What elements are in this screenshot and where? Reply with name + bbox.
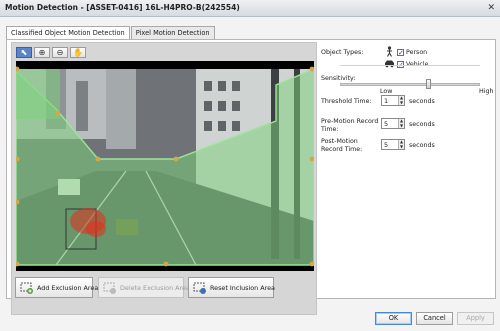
delete-area-icon [103, 282, 116, 294]
zoom-in-icon[interactable]: ⊕ [34, 47, 50, 58]
sensitivity-slider[interactable] [340, 79, 480, 89]
dialog-body: Classified Object Motion Detection Pixel… [0, 17, 500, 331]
object-types-label: Object Types: [321, 49, 364, 56]
video-panel: ⬉ ⊕ ⊖ ✋ Add Exclusion Area Delete Exclus… [11, 42, 317, 315]
sensitivity-slider-thumb[interactable] [426, 79, 431, 89]
add-exclusion-button[interactable]: Add Exclusion Area [15, 277, 98, 298]
person-label: Person [406, 49, 428, 56]
pre-motion-unit: seconds [409, 121, 435, 128]
delete-exclusion-label: Delete Exclusion Area [120, 284, 190, 292]
reset-inclusion-label: Reset Inclusion Area [210, 284, 275, 292]
sensitivity-high-label: High [479, 88, 494, 95]
sensitivity-low-label: Low [380, 88, 393, 95]
add-exclusion-label: Add Exclusion Area [37, 284, 99, 292]
vehicle-icon [385, 60, 394, 68]
pre-motion-label-line1: Pre-Motion Record [321, 118, 379, 125]
sensitivity-label: Sensitivity: [321, 75, 356, 82]
reset-inclusion-button[interactable]: Reset Inclusion Area [188, 277, 275, 298]
camera-frame [16, 61, 314, 271]
apply-button[interactable]: Apply [457, 312, 494, 325]
pre-motion-label-line2: Time: [321, 126, 339, 133]
pointer-icon[interactable]: ⬉ [16, 47, 32, 58]
reset-area-icon [193, 282, 206, 294]
person-icon [387, 46, 392, 57]
window-titlebar: Motion Detection - [ASSET-0416] 16L-H4PR… [0, 0, 500, 17]
object-types-separator [340, 65, 480, 66]
delete-exclusion-button[interactable]: Delete Exclusion Area [98, 277, 190, 298]
post-motion-stepper[interactable]: 5 ▲ ▼ [381, 139, 405, 150]
post-motion-label-line2: Record Time: [321, 146, 363, 153]
stepper-arrows-icon[interactable]: ▲ ▼ [398, 139, 404, 149]
settings-panel: Object Types: ✓ Person ✓ Vehicle Sensiti… [319, 40, 495, 298]
pan-hand-icon[interactable]: ✋ [70, 47, 86, 58]
ok-button[interactable]: OK [375, 312, 412, 325]
close-icon[interactable]: ✕ [487, 3, 495, 13]
threshold-time-unit: seconds [409, 98, 435, 105]
tab-classified-object-motion[interactable]: Classified Object Motion Detection [6, 26, 130, 40]
cancel-button[interactable]: Cancel [416, 312, 453, 325]
window-title: Motion Detection - [ASSET-0416] 16L-H4PR… [5, 3, 240, 12]
post-motion-label-line1: Post-Motion [321, 138, 358, 145]
threshold-time-value: 1 [384, 97, 389, 105]
post-motion-value: 5 [384, 141, 389, 149]
zoom-out-icon[interactable]: ⊖ [52, 47, 68, 58]
tab-pixel-motion[interactable]: Pixel Motion Detection [130, 26, 215, 39]
person-checkbox[interactable]: ✓ [397, 49, 404, 57]
camera-view[interactable] [16, 61, 314, 271]
stepper-arrows-icon[interactable]: ▲ ▼ [398, 118, 404, 128]
threshold-time-label: Threshold Time: [321, 98, 372, 105]
threshold-time-stepper[interactable]: 1 ▲ ▼ [381, 95, 405, 106]
stepper-arrows-icon[interactable]: ▲ ▼ [398, 95, 404, 105]
post-motion-unit: seconds [409, 142, 435, 149]
tab-bar: Classified Object Motion Detection Pixel… [6, 26, 216, 40]
pre-motion-value: 5 [384, 120, 389, 128]
tab-content-pane: ⬉ ⊕ ⊖ ✋ Add Exclusion Area Delete Exclus… [6, 39, 496, 315]
add-area-icon [20, 282, 33, 294]
pre-motion-stepper[interactable]: 5 ▲ ▼ [381, 118, 405, 129]
